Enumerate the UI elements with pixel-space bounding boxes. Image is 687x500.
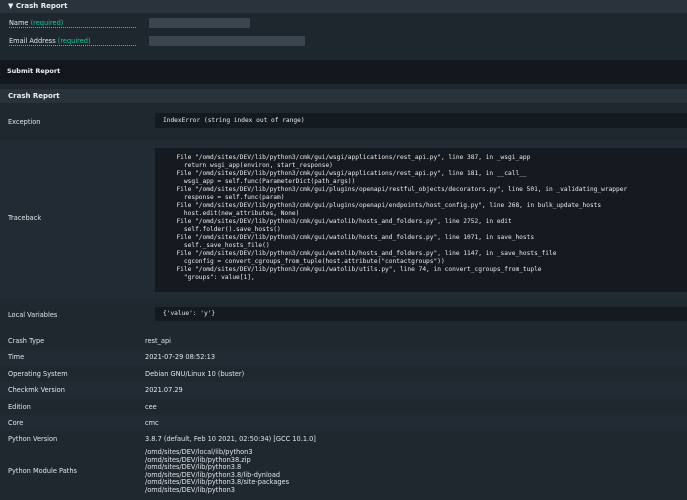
traceback-line: File "/omd/sites/DEV/lib/python3/cmk/gui… [169, 170, 527, 177]
email-label: Email Address (required) [9, 37, 91, 45]
detail-row [0, 333, 687, 350]
detail-value: cee [145, 402, 157, 411]
paths-label: Python Module Paths [8, 467, 77, 475]
report-header: Crash Report [0, 89, 687, 103]
detail-value: cmc [145, 419, 159, 427]
paths-list: /omd/sites/DEV/local/lib/python3/omd/sit… [145, 448, 289, 495]
traceback-line: host.edit(new_attributes, None) [169, 210, 300, 217]
traceback-line: File "/omd/sites/DEV/lib/python3/cmk/gui… [169, 250, 557, 257]
detail-label: Operating System [8, 369, 68, 378]
traceback-line: File "/omd/sites/DEV/lib/python3/cmk/gui… [169, 154, 531, 161]
name-input[interactable] [149, 18, 250, 28]
name-leader-dots [9, 27, 136, 28]
email-input[interactable] [149, 36, 305, 46]
detail-label: Crash Type [8, 337, 45, 345]
detail-row [0, 415, 687, 432]
submit-report-button[interactable]: Submit Report [3, 65, 65, 78]
detail-value: 2021.07.29 [145, 386, 183, 395]
collapse-triangle-icon[interactable]: ▼ [8, 2, 13, 10]
detail-row [0, 398, 687, 415]
paths-row [0, 448, 687, 500]
traceback-line: File "/omd/sites/DEV/lib/python3/cmk/gui… [169, 266, 542, 273]
detail-label: Checkmk Version [8, 386, 65, 395]
detail-row [0, 365, 687, 383]
detail-label: Time [8, 353, 25, 362]
detail-value: 2021-07-29 08:52:13 [145, 353, 216, 362]
detail-label: Python Version [8, 435, 58, 444]
detail-value: rest_api [145, 337, 171, 345]
traceback-line: self.folder().save_hosts() [169, 226, 281, 233]
detail-label: Core [8, 419, 24, 427]
traceback-line: File "/omd/sites/DEV/lib/python3/cmk/gui… [169, 234, 535, 241]
traceback-line: "groups": value[1], [169, 274, 255, 281]
exception-text: IndexError (string index out of range) [163, 117, 305, 124]
traceback-line: response = self.func(param) [169, 194, 285, 201]
traceback-label: Traceback [8, 214, 42, 222]
form-title[interactable]: ▼ Crash Report [8, 2, 67, 10]
report-title: Crash Report [8, 92, 60, 100]
module-path: /omd/sites/DEV/lib/python3 [145, 485, 235, 494]
form-header[interactable]: ▼ Crash Report [0, 0, 687, 13]
submit-bar [0, 60, 687, 84]
exception-box: IndexError (string index out of range) [155, 113, 687, 128]
locals-box: {'value': 'y'} [155, 307, 687, 321]
detail-row [0, 349, 687, 366]
locals-label: Local Variables [8, 311, 58, 319]
name-label: Name (required) [9, 19, 64, 27]
detail-value: 3.8.7 (default, Feb 10 2021, 02:50:34) [… [145, 435, 316, 444]
detail-label: Edition [8, 402, 31, 411]
exception-label: Exception [8, 118, 41, 126]
traceback-line: return wsgi_app(environ, start_response) [169, 162, 333, 169]
traceback-box: File "/omd/sites/DEV/lib/python3/cmk/gui… [155, 148, 687, 292]
email-leader-dots [9, 45, 136, 46]
detail-row [0, 382, 687, 399]
traceback-line: wsgi_app = self.func(ParameterDict(path_… [169, 178, 356, 185]
traceback-text: File "/omd/sites/DEV/lib/python3/cmk/gui… [169, 154, 627, 282]
traceback-line: self._save_hosts_file() [169, 242, 270, 249]
traceback-line: File "/omd/sites/DEV/lib/python3/cmk/gui… [169, 218, 512, 225]
locals-text: {'value': 'y'} [163, 310, 216, 317]
traceback-line: cgconfig = convert_cgroups_from_tuple(ho… [169, 258, 445, 265]
traceback-line: File "/omd/sites/DEV/lib/python3/cmk/gui… [169, 202, 602, 209]
traceback-line: File "/omd/sites/DEV/lib/python3/cmk/gui… [169, 186, 628, 193]
detail-row [0, 431, 687, 448]
detail-value: Debian GNU/Linux 10 (buster) [145, 369, 245, 378]
